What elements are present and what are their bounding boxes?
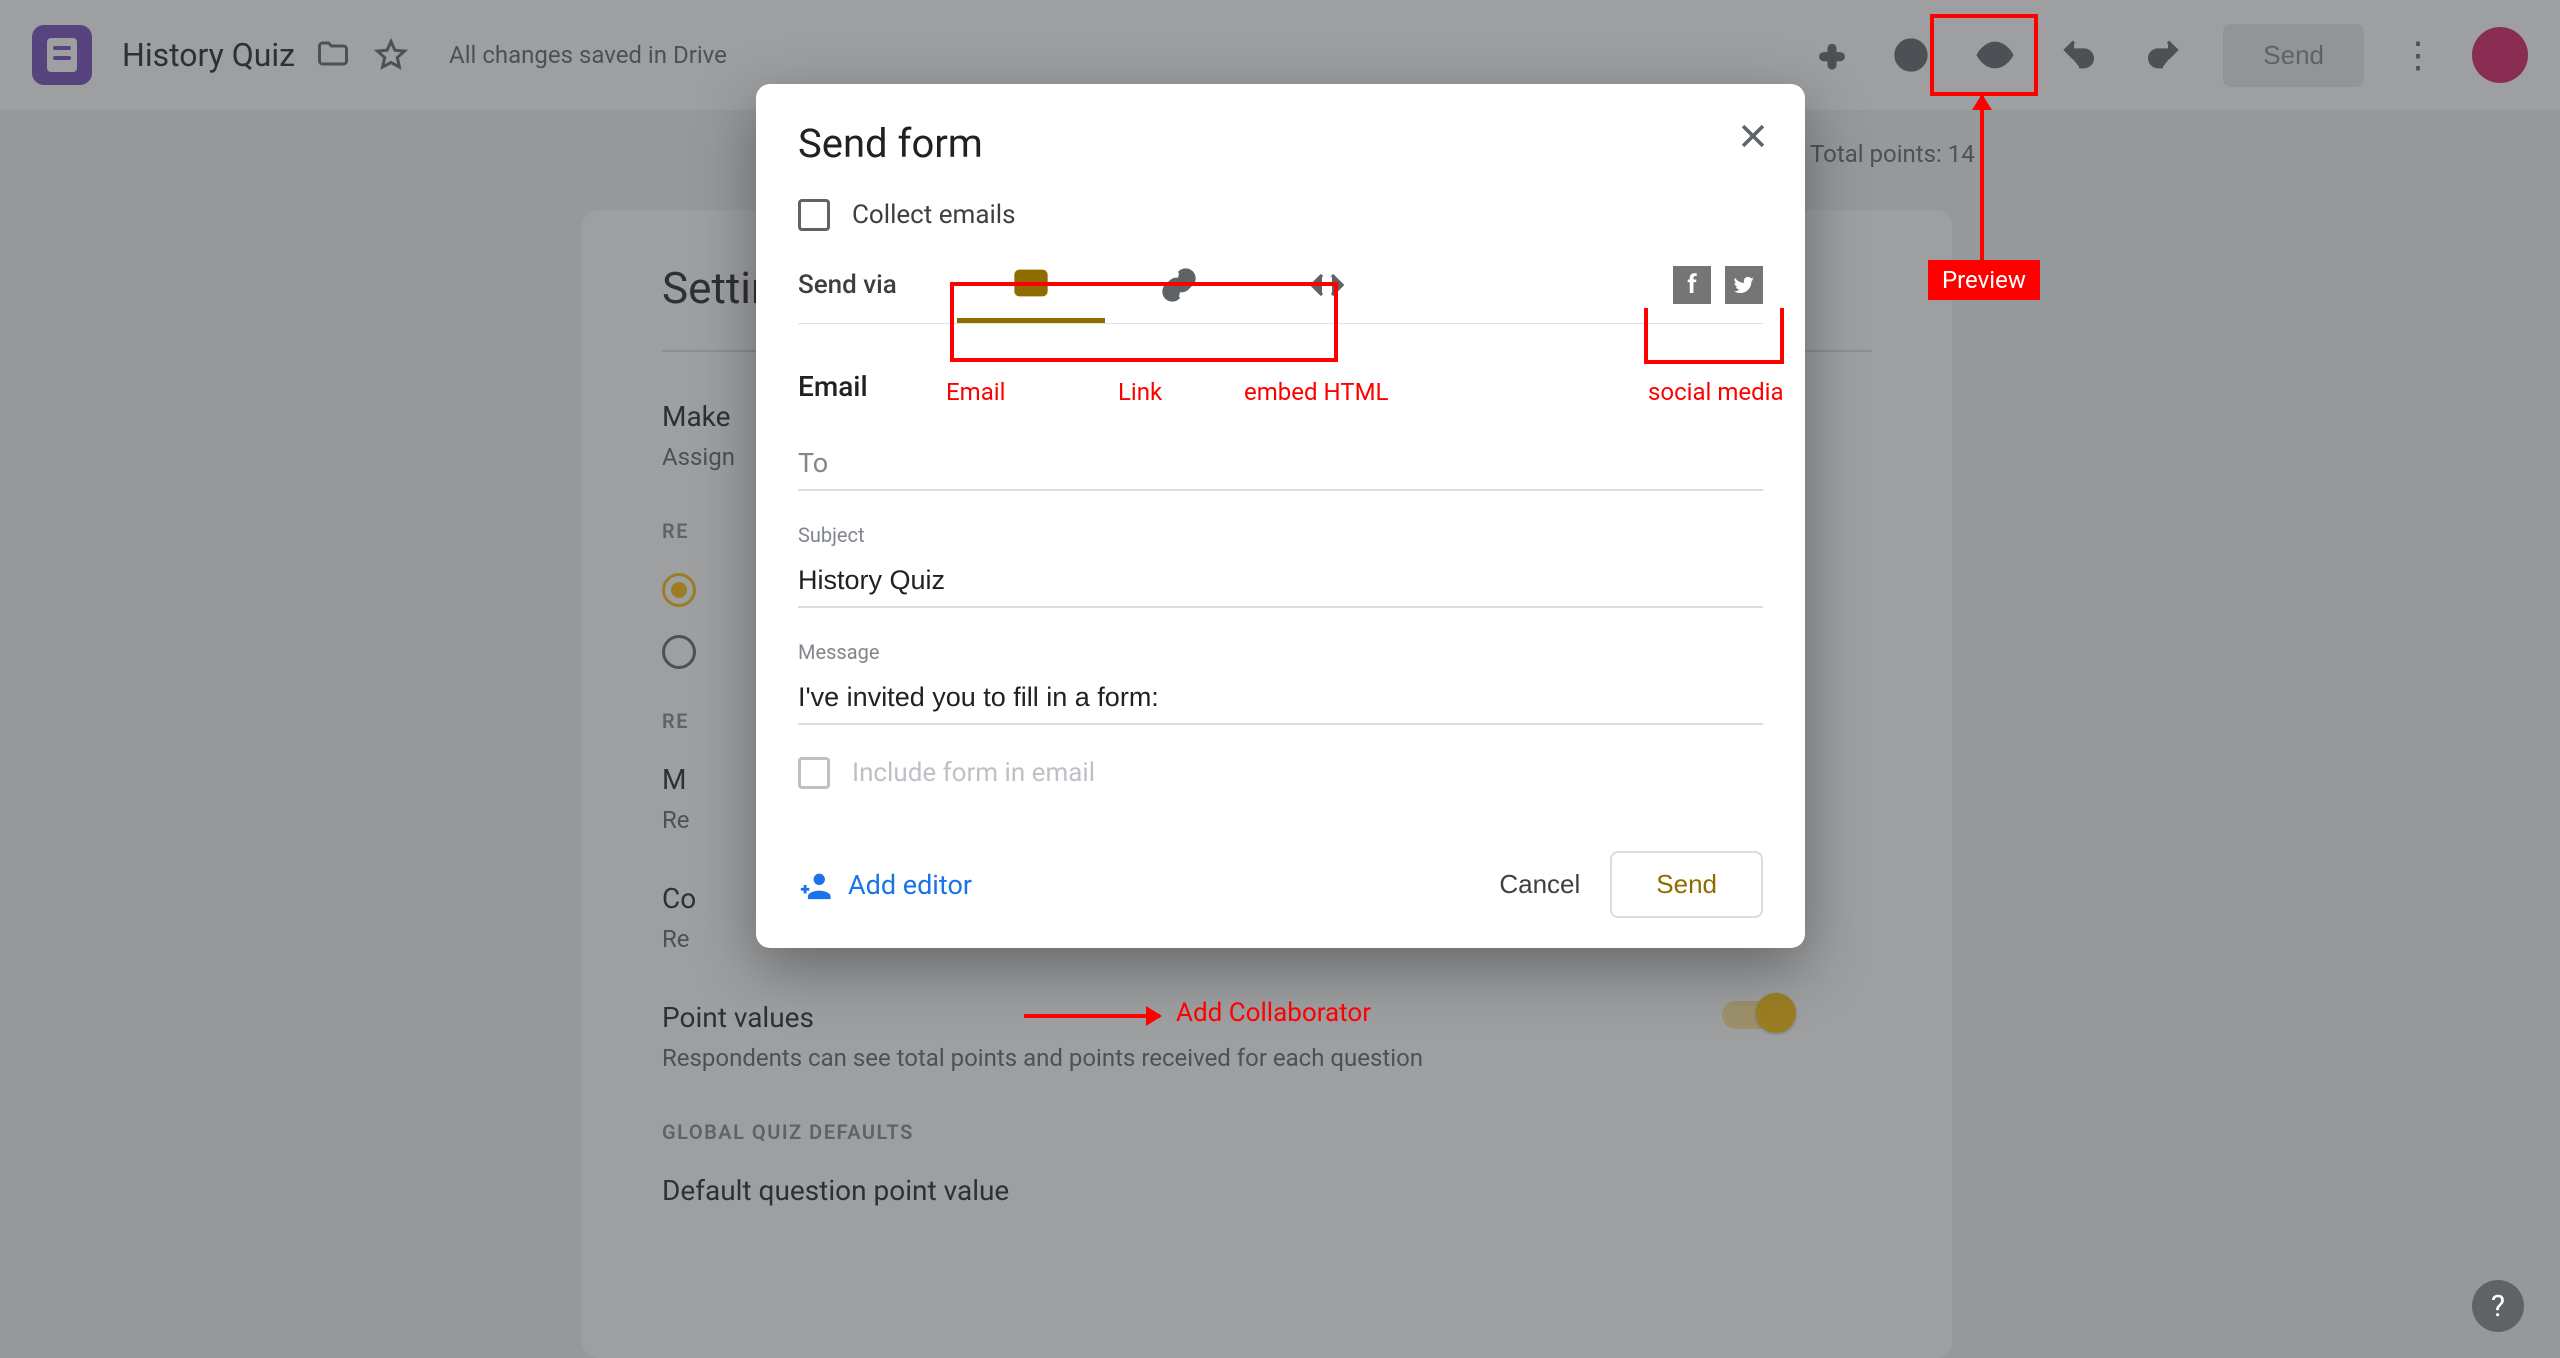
send-confirm-button[interactable]: Send xyxy=(1610,851,1763,918)
send-via-embed-tab[interactable] xyxy=(1253,247,1401,323)
dialog-title: Send form xyxy=(798,120,1763,167)
close-icon[interactable] xyxy=(1731,114,1775,158)
collect-emails-label: Collect emails xyxy=(852,200,1016,230)
annotation-link-label: Link xyxy=(1118,378,1162,406)
annotation-preview-label: Preview xyxy=(1928,260,2040,300)
annotation-addcollab-label: Add Collaborator xyxy=(1176,998,1371,1028)
annotation-preview-box xyxy=(1930,14,2038,96)
subject-label: Subject xyxy=(798,523,1763,547)
send-via-email-tab[interactable] xyxy=(957,247,1105,323)
annotation-addcollab-arrow xyxy=(1024,1014,1160,1018)
subject-input[interactable] xyxy=(798,555,1763,608)
share-twitter-icon[interactable] xyxy=(1725,266,1763,304)
to-field[interactable]: To xyxy=(798,437,1763,491)
message-input[interactable] xyxy=(798,672,1763,725)
add-editor-label: Add editor xyxy=(848,869,972,901)
add-editor-button[interactable]: Add editor xyxy=(798,868,972,902)
annotation-preview-arrow xyxy=(1980,96,1984,261)
send-form-dialog: Send form Collect emails Send via f Emai… xyxy=(756,84,1805,948)
cancel-button[interactable]: Cancel xyxy=(1469,853,1610,916)
message-label: Message xyxy=(798,640,1763,664)
collect-emails-checkbox[interactable] xyxy=(798,199,830,231)
include-form-label: Include form in email xyxy=(852,758,1095,788)
share-facebook-icon[interactable]: f xyxy=(1673,266,1711,304)
send-via-label: Send via xyxy=(798,270,897,300)
include-form-checkbox[interactable] xyxy=(798,757,830,789)
help-button[interactable]: ? xyxy=(2472,1280,2524,1332)
annotation-social-label: social media xyxy=(1648,378,1784,406)
annotation-embed-label: embed HTML xyxy=(1244,378,1388,406)
send-via-link-tab[interactable] xyxy=(1105,247,1253,323)
annotation-email-label: Email xyxy=(946,378,1005,406)
